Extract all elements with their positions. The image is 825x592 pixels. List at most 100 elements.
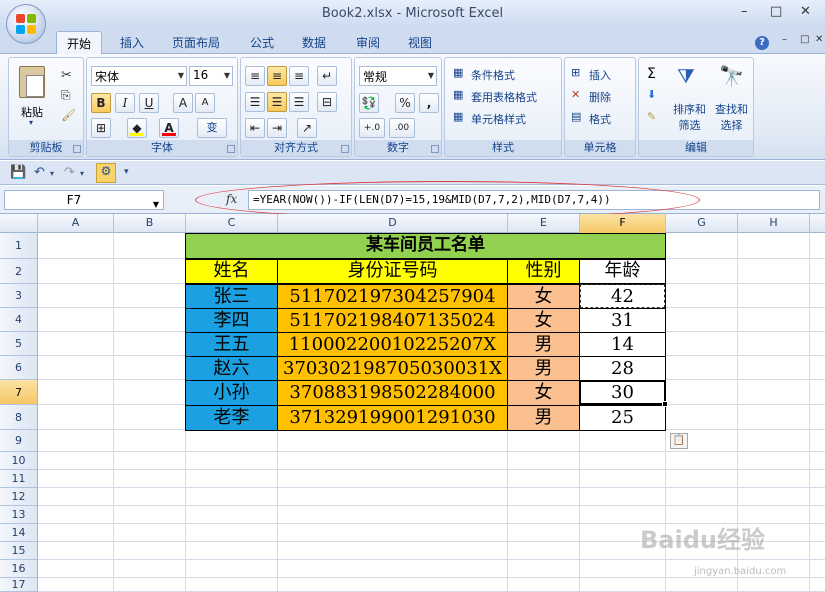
borders-icon[interactable]: ⊞	[91, 118, 111, 138]
cell-styles-icon[interactable]: ▦	[453, 110, 463, 123]
column-header-f[interactable]: F	[580, 214, 666, 233]
column-header-g[interactable]: G	[666, 214, 738, 233]
align-center-icon[interactable]: ☰	[267, 92, 287, 112]
row-header-6[interactable]: 6	[0, 356, 38, 380]
row-header-17[interactable]: 17	[0, 578, 38, 592]
row-header-11[interactable]: 11	[0, 470, 38, 488]
comma-button[interactable]: ,	[419, 93, 439, 113]
merge-center-icon[interactable]: ⊟	[317, 92, 337, 112]
copy-icon[interactable]: ⎘	[61, 88, 71, 103]
tab-formulas[interactable]: 公式	[250, 34, 274, 51]
cell-id-row6[interactable]: 370302198705030031X	[277, 356, 508, 381]
row-header-4[interactable]: 4	[0, 308, 38, 332]
name-box[interactable]: F7 ▼	[4, 190, 164, 210]
tab-review[interactable]: 审阅	[356, 34, 380, 51]
tab-data[interactable]: 数据	[302, 34, 326, 51]
number-launcher-icon[interactable]	[431, 145, 439, 153]
insert-cells-icon[interactable]: ⊞	[571, 66, 580, 79]
cell-age-row6[interactable]: 28	[579, 356, 666, 381]
office-button[interactable]	[6, 4, 46, 44]
cell-sex-row5[interactable]: 男	[507, 332, 580, 357]
cell-age-row8[interactable]: 25	[579, 405, 666, 431]
column-header-e[interactable]: E	[508, 214, 580, 233]
cell-age-row7[interactable]: 30	[579, 380, 666, 406]
column-header-h[interactable]: H	[738, 214, 810, 233]
column-header-d[interactable]: D	[278, 214, 508, 233]
tab-view[interactable]: 视图	[408, 34, 432, 51]
row-header-7[interactable]: 7	[0, 380, 38, 405]
format-painter-icon[interactable]: 🖌	[61, 108, 76, 122]
align-middle-icon[interactable]: ≡	[267, 66, 287, 86]
autosum-button[interactable]: Σ	[647, 66, 656, 82]
format-as-table-icon[interactable]: ▦	[453, 88, 463, 101]
cell-age-row3[interactable]: 42	[579, 284, 666, 309]
cell-name-row7[interactable]: 小孙	[185, 380, 278, 406]
insert-cells-button[interactable]: 插入	[589, 67, 611, 83]
row-header-5[interactable]: 5	[0, 332, 38, 356]
cell-id-row4[interactable]: 511702198407135024	[277, 308, 508, 333]
delete-cells-icon[interactable]: ✕	[571, 88, 580, 101]
header-name[interactable]: 姓名	[185, 259, 278, 284]
italic-button[interactable]: I	[115, 93, 135, 113]
format-cells-icon[interactable]: ▤	[571, 110, 581, 123]
row-header-9[interactable]: 9	[0, 430, 38, 452]
row-header-13[interactable]: 13	[0, 506, 38, 524]
ribbon-close-button[interactable]: ✕	[815, 34, 823, 45]
ribbon-restore-button[interactable]: □	[800, 34, 809, 45]
column-header-a[interactable]: A	[38, 214, 114, 233]
redo-icon[interactable]: ↷	[64, 165, 75, 180]
cell-sex-row6[interactable]: 男	[507, 356, 580, 381]
underline-button[interactable]: U	[139, 93, 159, 113]
fill-handle[interactable]	[662, 401, 668, 407]
row-header-8[interactable]: 8	[0, 405, 38, 430]
align-right-icon[interactable]: ☰	[289, 92, 309, 112]
decrease-decimal-button[interactable]: .00	[389, 118, 415, 138]
header-id[interactable]: 身份证号码	[277, 259, 508, 284]
cell-name-row8[interactable]: 老李	[185, 405, 278, 431]
customize-qat-icon[interactable]: ▾	[124, 167, 129, 177]
paste-options-icon[interactable]: 📋	[670, 433, 688, 449]
fill-color-icon[interactable]: ◆	[127, 118, 147, 138]
shrink-font-button[interactable]: A	[195, 93, 215, 113]
cell-age-row4[interactable]: 31	[579, 308, 666, 333]
restore-button[interactable]: □	[770, 4, 782, 19]
bold-button[interactable]: B	[91, 93, 111, 113]
conditional-format-button[interactable]: 条件格式	[471, 67, 515, 83]
row-header-12[interactable]: 12	[0, 488, 38, 506]
phonetic-button[interactable]: 变	[197, 118, 227, 138]
wrap-text-icon[interactable]: ↵	[317, 66, 337, 86]
cell-sex-row3[interactable]: 女	[507, 284, 580, 309]
save-icon[interactable]: 💾	[10, 165, 26, 180]
clear-icon[interactable]: ✎	[647, 110, 656, 123]
tab-insert[interactable]: 插入	[120, 34, 144, 51]
undo-dropdown-icon[interactable]: ▾	[50, 169, 54, 178]
insert-function-icon[interactable]: fx	[226, 192, 237, 206]
cell-sex-row7[interactable]: 女	[507, 380, 580, 406]
paste-icon[interactable]	[19, 66, 45, 98]
decrease-indent-icon[interactable]: ⇤	[245, 118, 265, 138]
undo-icon[interactable]: ↶	[34, 165, 45, 180]
align-top-icon[interactable]: ≡	[245, 66, 265, 86]
row-header-2[interactable]: 2	[0, 259, 38, 284]
cell-sex-row8[interactable]: 男	[507, 405, 580, 431]
fill-icon[interactable]: ⬇	[647, 88, 656, 101]
row-header-15[interactable]: 15	[0, 542, 38, 560]
header-sex[interactable]: 性别	[507, 259, 580, 284]
row-header-14[interactable]: 14	[0, 524, 38, 542]
alignment-launcher-icon[interactable]	[341, 145, 349, 153]
cell-name-row3[interactable]: 张三	[185, 284, 278, 309]
format-as-table-button[interactable]: 套用表格格式	[471, 89, 537, 105]
row-header-3[interactable]: 3	[0, 284, 38, 308]
row-header-1[interactable]: 1	[0, 233, 38, 259]
percent-button[interactable]: %	[395, 93, 415, 113]
delete-cells-button[interactable]: 删除	[589, 89, 611, 105]
cell-sex-row4[interactable]: 女	[507, 308, 580, 333]
column-header-c[interactable]: C	[186, 214, 278, 233]
grow-font-button[interactable]: A	[173, 93, 193, 113]
font-name-combo[interactable]: 宋体 ▼	[91, 66, 187, 86]
column-header-b[interactable]: B	[114, 214, 186, 233]
font-color-icon[interactable]: A	[159, 118, 179, 138]
sort-filter-button[interactable]: 排序和 筛选	[673, 102, 706, 134]
redo-dropdown-icon[interactable]: ▾	[80, 169, 84, 178]
cell-id-row3[interactable]: 511702197304257904	[277, 284, 508, 309]
